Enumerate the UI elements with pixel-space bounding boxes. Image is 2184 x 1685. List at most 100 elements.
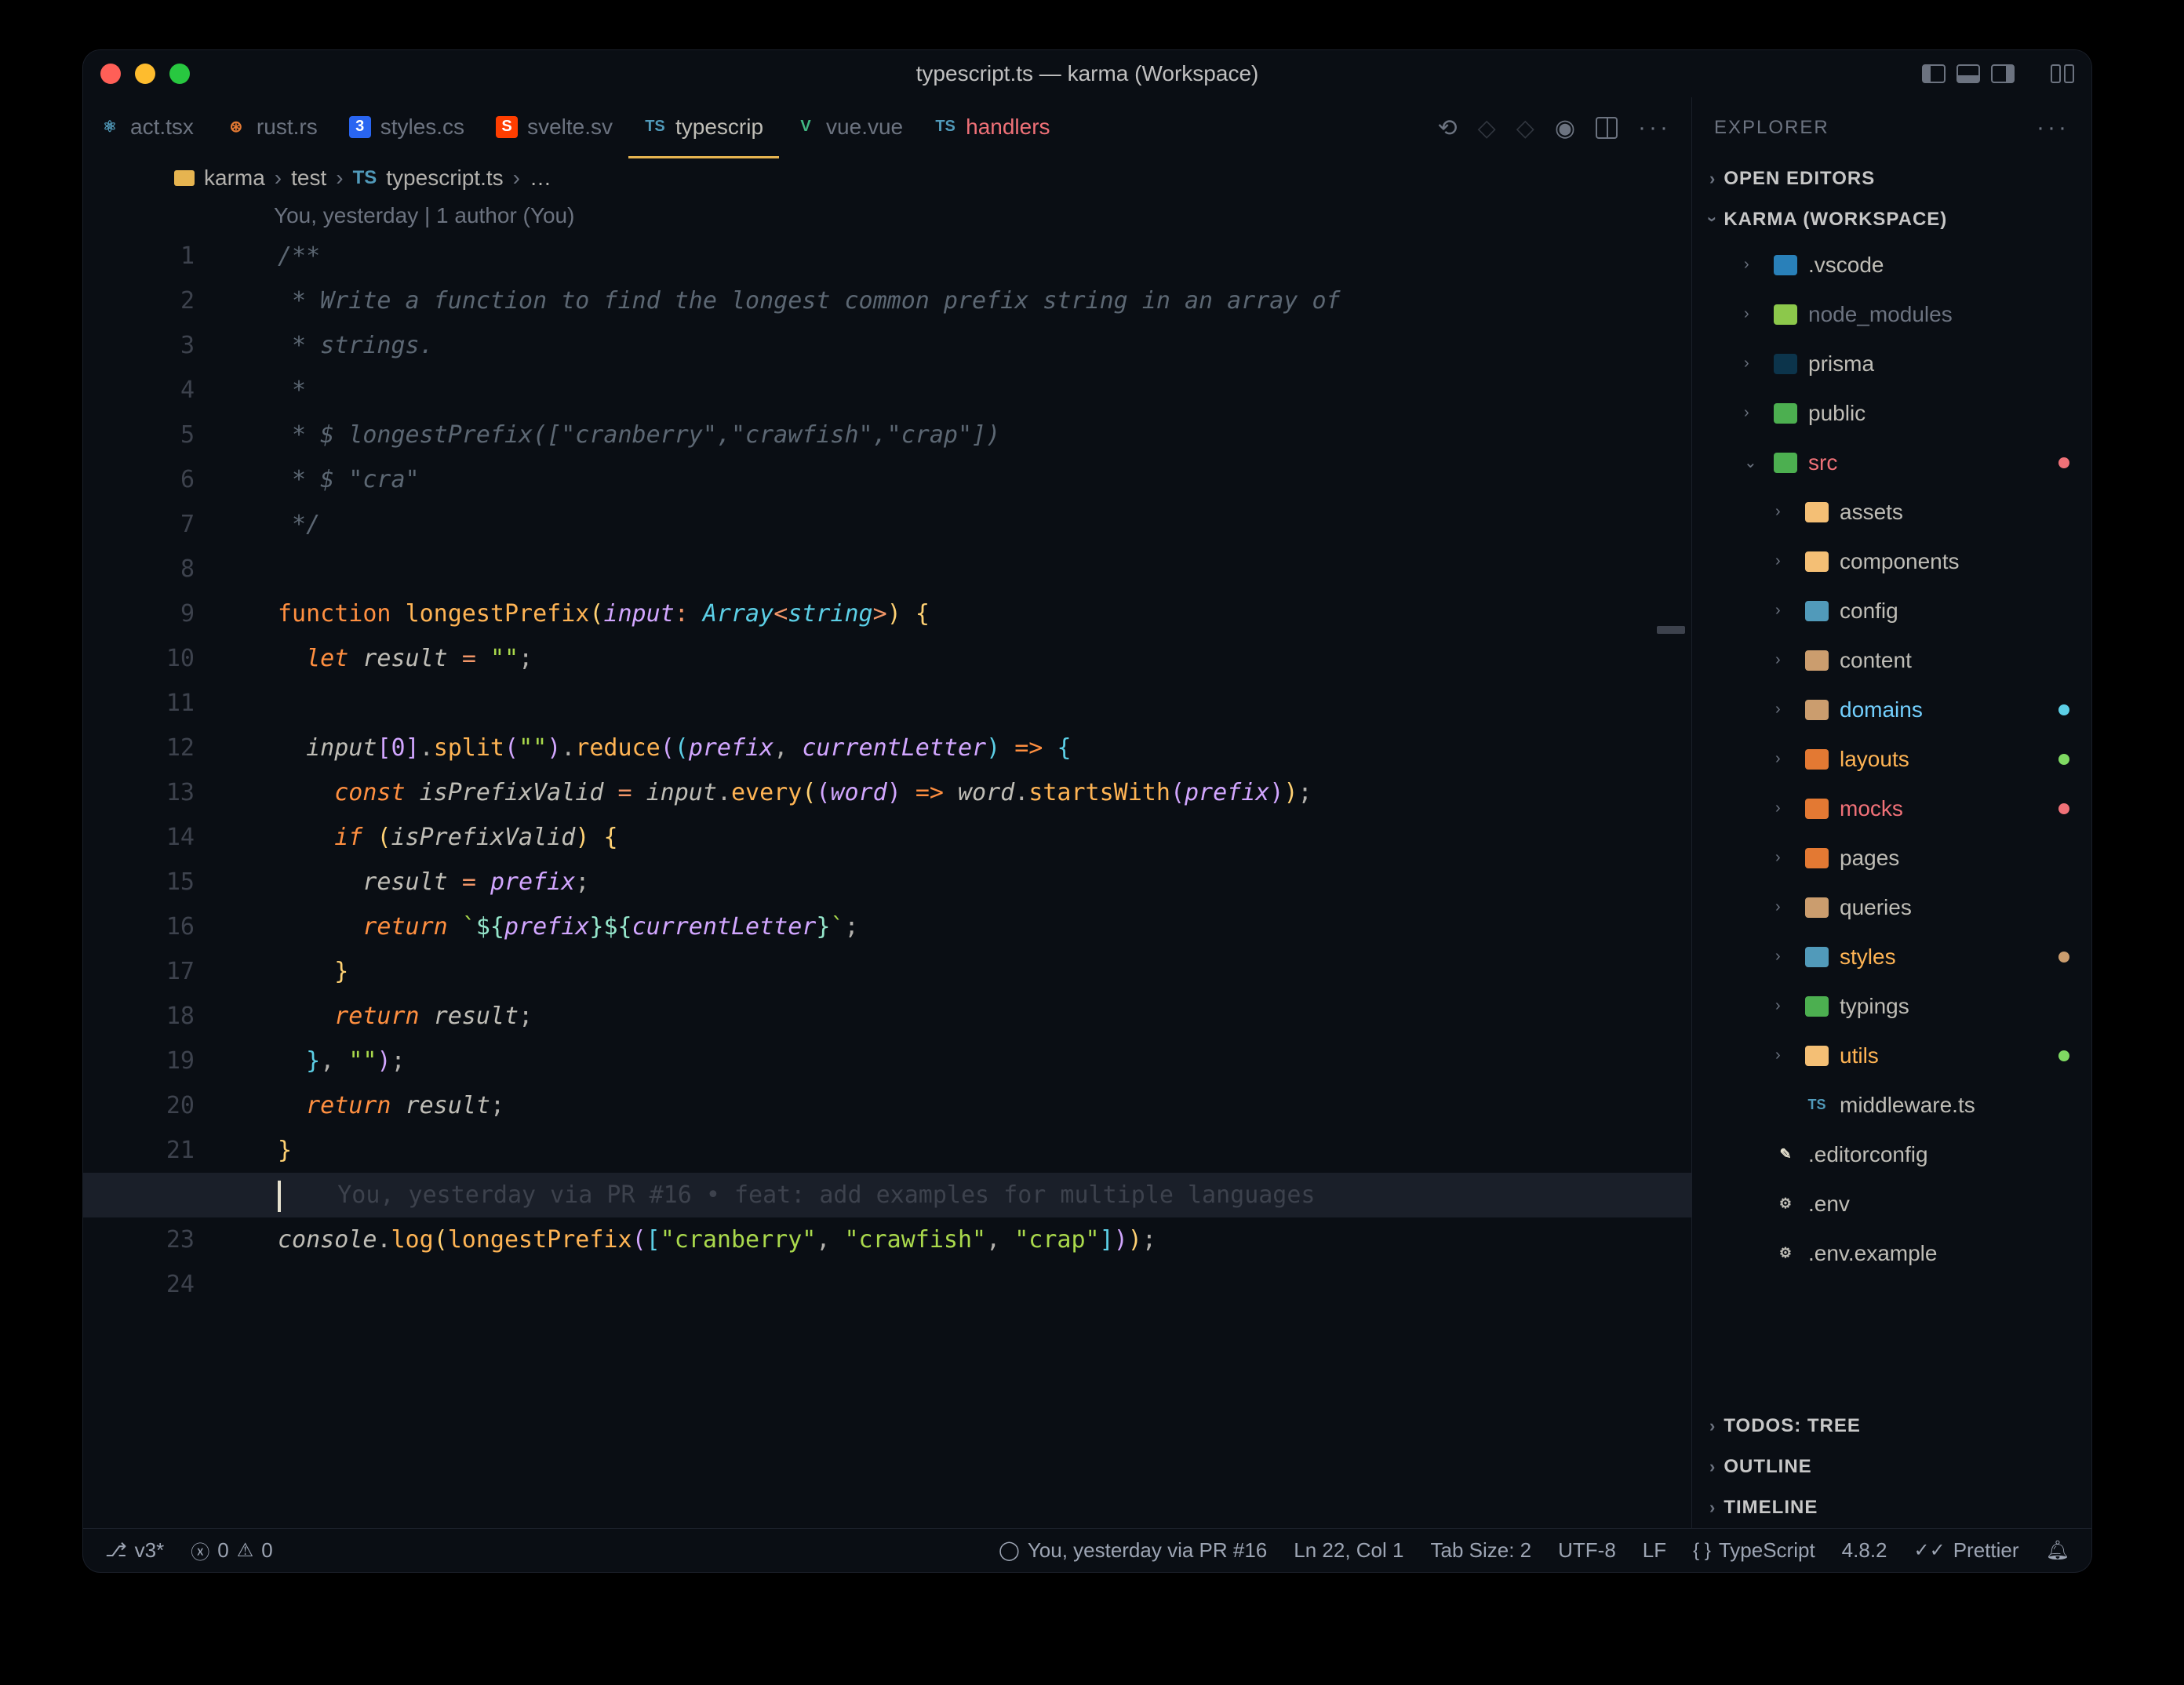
git-next-icon[interactable]: ◇ [1516, 115, 1534, 142]
toggle-left-panel-icon[interactable] [1922, 64, 1946, 83]
code-line[interactable]: * $ "cra" [278, 457, 1691, 502]
line-number[interactable]: 5 [83, 413, 232, 457]
line-number[interactable]: 9 [83, 591, 232, 636]
code-line[interactable]: * $ longestPrefix(["cranberry","crawfish… [278, 413, 1691, 457]
code-line[interactable]: return `${prefix}${currentLetter}`; [278, 904, 1691, 949]
split-editor-icon[interactable] [1596, 117, 1618, 139]
file--editorconfig[interactable]: ✎.editorconfig [1692, 1130, 2091, 1179]
line-number[interactable]: 14 [83, 815, 232, 860]
code-line[interactable]: let result = ""; [278, 636, 1691, 681]
gitlens-authors[interactable]: You, yesterday | 1 author (You) [83, 198, 1691, 234]
code-line[interactable]: return result; [278, 994, 1691, 1039]
tab-act-tsx[interactable]: ⚛act.tsx [83, 97, 209, 158]
folder-mocks[interactable]: ›mocks [1692, 784, 2091, 833]
breadcrumb-part[interactable]: karma [204, 166, 265, 191]
line-number[interactable]: 7 [83, 502, 232, 547]
code-line[interactable] [278, 681, 1691, 726]
code-line[interactable] [278, 1262, 1691, 1307]
git-prev-icon[interactable]: ◇ [1478, 115, 1496, 142]
formatter[interactable]: ✓✓ Prettier [1914, 1538, 2019, 1563]
language-mode[interactable]: { } TypeScript [1693, 1538, 1815, 1563]
minimize-button[interactable] [135, 64, 155, 84]
line-number[interactable]: 10 [83, 636, 232, 681]
line-number[interactable]: 17 [83, 949, 232, 994]
folder-domains[interactable]: ›domains [1692, 685, 2091, 734]
code-line[interactable]: const isPrefixValid = input.every((word)… [278, 770, 1691, 815]
code-line[interactable]: input[0].split("").reduce((prefix, curre… [278, 726, 1691, 770]
line-number[interactable]: 4 [83, 368, 232, 413]
close-button[interactable] [100, 64, 121, 84]
folder-components[interactable]: ›components [1692, 537, 2091, 586]
tab-rust-rs[interactable]: ⊛rust.rs [209, 97, 333, 158]
code-line[interactable]: function longestPrefix(input: Array<stri… [278, 591, 1691, 636]
ts-version[interactable]: 4.8.2 [1842, 1538, 1887, 1563]
code-line[interactable]: * [278, 368, 1691, 413]
line-number[interactable]: 8 [83, 547, 232, 591]
tab-handlers[interactable]: TShandlers [919, 97, 1065, 158]
todos-section[interactable]: › TODOS: TREE [1692, 1406, 2091, 1447]
folder-prisma[interactable]: ›prisma [1692, 339, 2091, 388]
folder-src[interactable]: ⌄src [1692, 438, 2091, 487]
file--env-example[interactable]: ⚙.env.example [1692, 1228, 2091, 1278]
cursor-position[interactable]: Ln 22, Col 1 [1294, 1538, 1403, 1563]
tab-svelte-sv[interactable]: Ssvelte.sv [480, 97, 628, 158]
folder-config[interactable]: ›config [1692, 586, 2091, 635]
line-number[interactable]: 2 [83, 278, 232, 323]
problems[interactable]: ⓧ 0 ⚠ 0 [191, 1537, 272, 1564]
eol[interactable]: LF [1643, 1538, 1666, 1563]
code-line[interactable] [278, 547, 1691, 591]
code-content[interactable]: /** * Write a function to find the longe… [278, 234, 1691, 1307]
tab-size[interactable]: Tab Size: 2 [1430, 1538, 1531, 1563]
encoding[interactable]: UTF-8 [1558, 1538, 1616, 1563]
code-line[interactable]: /** [278, 234, 1691, 278]
run-icon[interactable]: ◉ [1555, 115, 1575, 142]
line-number[interactable]: 15 [83, 860, 232, 904]
folder-styles[interactable]: ›styles [1692, 932, 2091, 981]
folder-typings[interactable]: ›typings [1692, 981, 2091, 1031]
folder--vscode[interactable]: ›.vscode [1692, 240, 2091, 289]
toggle-bottom-panel-icon[interactable] [1956, 64, 1980, 83]
folder-pages[interactable]: ›pages [1692, 833, 2091, 883]
file-tree[interactable]: ›.vscode›node_modules›prisma›public⌄src›… [1692, 240, 2091, 1406]
folder-assets[interactable]: ›assets [1692, 487, 2091, 537]
outline-section[interactable]: › OUTLINE [1692, 1447, 2091, 1487]
line-number[interactable]: 1 [83, 234, 232, 278]
minimap-slider[interactable] [1657, 626, 1685, 634]
more-icon[interactable]: ··· [1638, 115, 1671, 141]
code-line[interactable]: * strings. [278, 323, 1691, 368]
code-line[interactable]: */ [278, 502, 1691, 547]
code-line[interactable]: console.log(longestPrefix(["cranberry", … [278, 1217, 1691, 1262]
breadcrumb-part[interactable]: typescript.ts [386, 166, 503, 191]
line-number[interactable]: 3 [83, 323, 232, 368]
git-branch[interactable]: ⎇ v3* [105, 1538, 164, 1563]
notifications[interactable]: 🔔︎ [2046, 1539, 2069, 1562]
code-editor[interactable]: 123456789101112131415161718192021222324 … [83, 234, 1691, 1528]
folder-content[interactable]: ›content [1692, 635, 2091, 685]
code-line[interactable]: }, ""); [278, 1039, 1691, 1083]
maximize-button[interactable] [169, 64, 190, 84]
line-number[interactable]: 6 [83, 457, 232, 502]
breadcrumb[interactable]: karma › test › TS typescript.ts › … [83, 158, 1691, 198]
file--env[interactable]: ⚙.env [1692, 1179, 2091, 1228]
tab-styles-cs[interactable]: 3styles.cs [333, 97, 480, 158]
line-number[interactable]: 23 [83, 1217, 232, 1262]
more-icon[interactable]: ··· [2037, 115, 2069, 141]
line-number[interactable]: 16 [83, 904, 232, 949]
line-number[interactable]: 12 [83, 726, 232, 770]
breadcrumb-part[interactable]: test [291, 166, 326, 191]
tab-vue-vue[interactable]: Vvue.vue [779, 97, 919, 158]
open-editors-section[interactable]: › OPEN EDITORS [1692, 158, 2091, 199]
folder-public[interactable]: ›public [1692, 388, 2091, 438]
folder-utils[interactable]: ›utils [1692, 1031, 2091, 1080]
folder-queries[interactable]: ›queries [1692, 883, 2091, 932]
timeline-section[interactable]: › TIMELINE [1692, 1487, 2091, 1528]
folder-node_modules[interactable]: ›node_modules [1692, 289, 2091, 339]
line-number[interactable]: 21 [83, 1128, 232, 1173]
code-line[interactable]: return result; [278, 1083, 1691, 1128]
workspace-section[interactable]: › KARMA (WORKSPACE) [1692, 199, 2091, 240]
line-number[interactable]: 20 [83, 1083, 232, 1128]
breadcrumb-part[interactable]: … [530, 166, 551, 191]
line-number[interactable]: 11 [83, 681, 232, 726]
code-line[interactable]: You, yesterday via PR #16 • feat: add ex… [83, 1173, 1691, 1217]
code-line[interactable]: if (isPrefixValid) { [278, 815, 1691, 860]
